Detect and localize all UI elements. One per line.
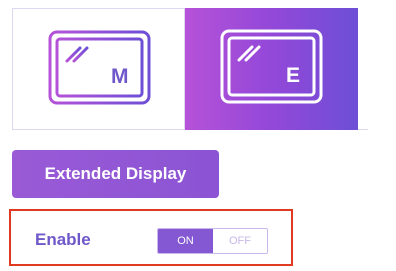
display-mode-selector: M E [12, 8, 368, 132]
toggle-off-option[interactable]: OFF [213, 229, 267, 253]
tile-row-divider [358, 8, 368, 130]
enable-section: Enable ON OFF [9, 209, 293, 266]
mirror-mode-letter: M [111, 65, 129, 88]
enable-label: Enable [35, 230, 91, 249]
extend-mode-letter: E [286, 64, 301, 87]
toggle-on-option[interactable]: ON [158, 229, 213, 253]
monitor-icon [48, 30, 151, 105]
extended-display-button[interactable]: Extended Display [12, 150, 219, 198]
monitor-icon [220, 29, 323, 104]
enable-toggle[interactable]: ON OFF [157, 228, 268, 254]
mirror-mode-tile[interactable]: M [12, 8, 185, 130]
extend-mode-tile[interactable]: E [185, 8, 358, 130]
